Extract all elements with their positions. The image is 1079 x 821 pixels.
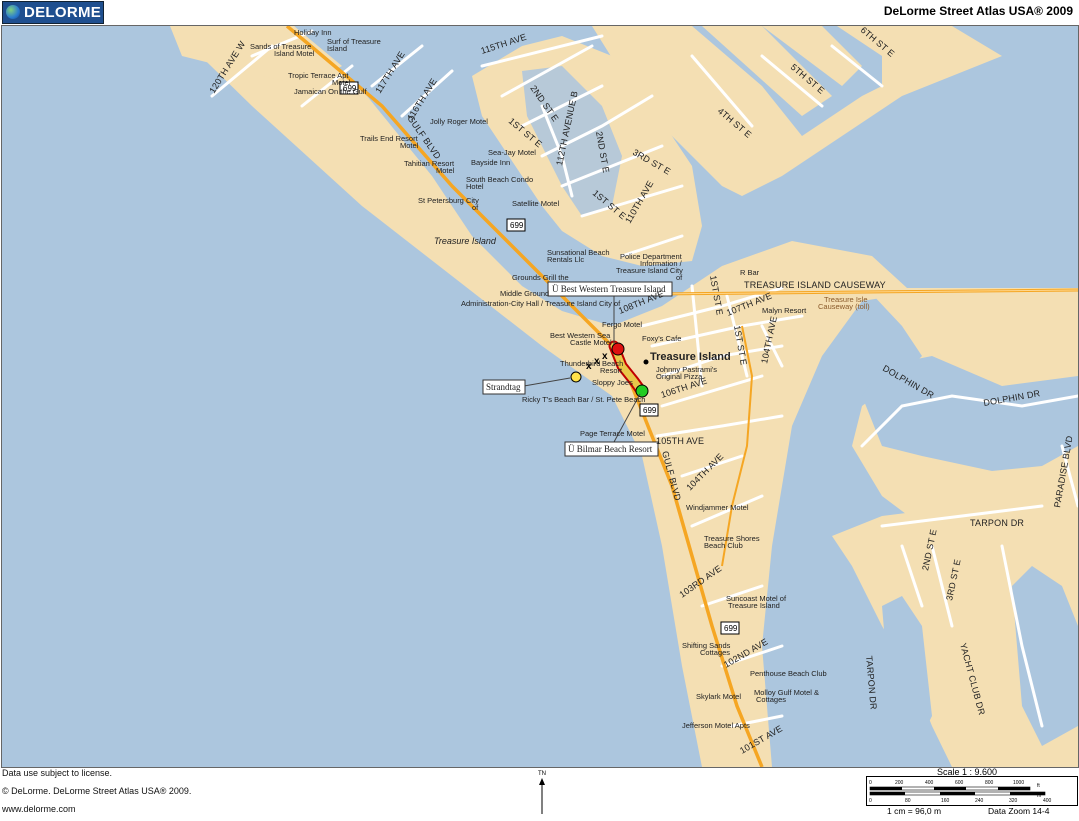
website-link[interactable]: www.delorme.com [2,804,76,814]
logo-text: DELORME [24,4,102,21]
scale-tick-m: 200 [895,780,904,786]
poi-label: of [676,273,683,282]
poi-label: Administration-City Hall / Treasure Isla… [461,299,621,308]
svg-text:TN: TN [538,771,546,777]
strandtag-marker[interactable] [570,371,582,383]
svg-text:699: 699 [643,406,657,415]
street-label: TREASURE ISLAND CAUSEWAY [744,280,886,290]
scale-tick-ft: 80 [905,798,911,804]
start-marker[interactable] [611,342,625,356]
poi-label: Ricky T's Beach Bar / St. Pete Beach [522,395,645,404]
poi-label: Motel [436,166,455,175]
north-arrow-icon: TN [538,771,546,814]
poi-label: Grounds Grill the [512,273,569,282]
scale-tick-ft: 160 [941,798,950,804]
data-zoom: Data Zoom 14-4 [988,806,1050,816]
treasure-island-city-dot [643,359,649,365]
highway-shield: 699 [720,621,740,635]
poi-label: Castle Motel [570,338,612,347]
poi-label: Jefferson Motel Apts [682,721,750,730]
scale-tick-ft: 320 [1009,798,1018,804]
poi-label: St Petersburg City [418,196,479,205]
poi-label: Original Pizza [656,372,703,381]
poi-label: Island [327,44,347,53]
callout-best-western: Ü Best Western Treasure Island [552,284,666,294]
poi-label: Causeway (toll) [818,302,870,311]
poi-label: Motel [400,141,419,150]
scale-bar: 0 200 400 600 800 1000 ft 0 80 160 240 3… [866,776,1078,806]
callout-bilmar: Ü Bilmar Beach Resort [568,444,653,454]
poi-label: R Bar [740,268,760,277]
poi-label: Bayside Inn [471,158,510,167]
scale-tick-m: 0 [869,780,872,786]
poi-label: Sloppy Joes [592,378,633,387]
poi-label: Foxy's Cafe [642,334,681,343]
scale-tick-m: 1000 [1013,780,1024,786]
callout-strandtag: Strandtag [486,382,521,392]
city-label: Treasure Island [650,351,731,363]
svg-text:699: 699 [510,221,524,230]
scale-tick-ft: 400 [1043,798,1052,804]
poi-label: Cottages [756,695,786,704]
poi-label: of [472,203,479,212]
map-view[interactable]: x x x Ü Best Western Treasure Island Ü B… [1,25,1079,768]
copyright-text: © DeLorme. DeLorme Street Atlas USA® 200… [2,786,192,796]
scale-tick-m: 600 [955,780,964,786]
poi-label: Island Motel [274,49,315,58]
highway-shield: 699 [506,218,526,232]
poi-label: Cottages [700,648,730,657]
app-header: DELORME DeLorme Street Atlas USA® 2009 [0,0,1079,24]
scale-unit-top: ft [1037,783,1040,789]
poi-label: Holiday Inn [294,28,332,37]
license-text: Data use subject to license. [2,768,113,778]
poi-label: Malyn Resort [762,306,807,315]
poi-label: Jamaican On the Gulf [294,87,367,96]
scale-tick-ft: 0 [869,798,872,804]
poi-label: Satellite Motel [512,199,559,208]
poi-label: Beach Club [704,541,743,550]
app-title: DeLorme Street Atlas USA® 2009 [883,4,1073,18]
poi-label: Windjammer Motel [686,503,749,512]
scale-cm: 1 cm = 96,0 m [887,806,942,816]
street-label: 105TH AVE [656,436,704,446]
poi-label: Skylark Motel [696,692,741,701]
poi-label: Rentals Llc [547,255,584,264]
street-label: TARPON DR [970,518,1024,528]
scale-tick-m: 800 [985,780,994,786]
map-canvas[interactable]: x x x Ü Best Western Treasure Island Ü B… [2,26,1078,767]
scale-tick-ft: 240 [975,798,984,804]
svg-text:699: 699 [724,624,738,633]
globe-icon [6,5,20,19]
poi-label: Middle Ground [500,289,549,298]
poi-label: Sea-Jay Motel [488,148,536,157]
delorme-logo[interactable]: DELORME [2,1,104,24]
poi-label: Treasure Island [728,601,780,610]
poi-label: Resort [600,366,623,375]
poi-label: Treasure Island City [616,266,683,275]
poi-label: Fergo Motel [602,320,642,329]
poi-label: Thunderbird [560,359,600,368]
poi-label: Motel [332,78,351,87]
poi-label: Jolly Roger Motel [430,117,488,126]
highway-shield: 699 [639,403,659,417]
poi-label: Hotel [466,182,484,191]
poi-label: Page Terrace Motel [580,429,645,438]
poi-label: Penthouse Beach Club [750,669,827,678]
area-label: Treasure Island [434,236,497,246]
scale-tick-m: 400 [925,780,934,786]
